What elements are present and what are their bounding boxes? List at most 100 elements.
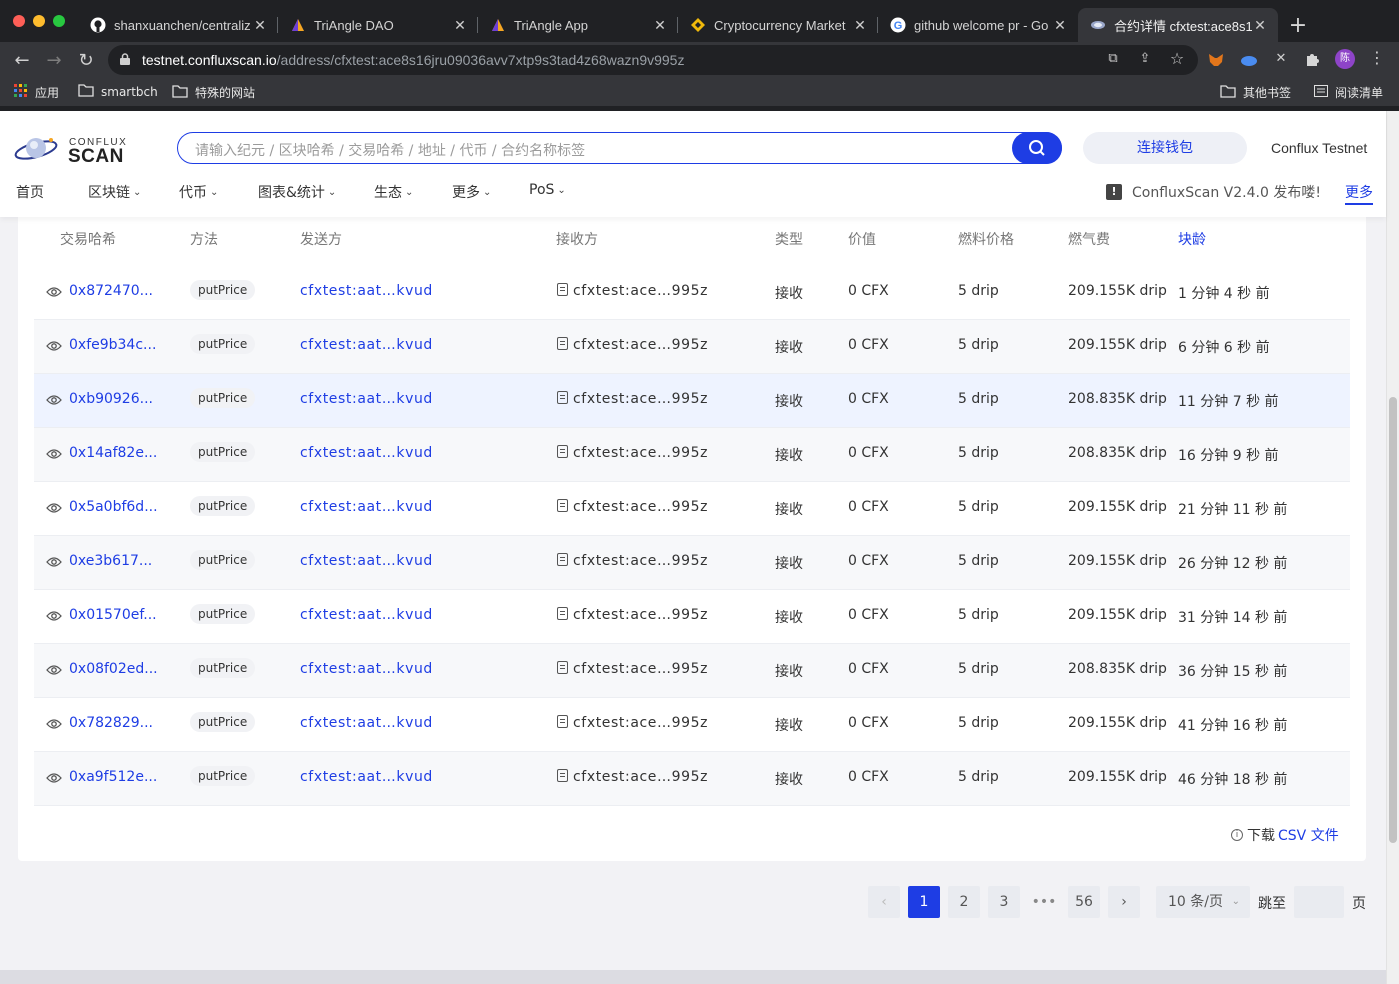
eye-icon[interactable]	[46, 664, 62, 676]
puzzle-icon[interactable]	[1304, 51, 1322, 69]
back-icon[interactable]: ←	[12, 50, 32, 71]
to-address: cfxtest:ace…995z	[557, 607, 708, 623]
address-bar[interactable]: testnet.confluxscan.io/address/cfxtest:a…	[108, 45, 1198, 75]
page-size-select[interactable]: 10 条/页 ⌄	[1156, 886, 1250, 918]
eye-icon[interactable]	[46, 340, 62, 352]
from-address-link[interactable]: cfxtest:aat…kvud	[300, 661, 433, 677]
eye-icon[interactable]	[46, 610, 62, 622]
close-tab-icon[interactable]: ✕	[852, 17, 868, 34]
tx-hash-link[interactable]: 0xb90926...	[69, 391, 153, 407]
tx-hash-link[interactable]: 0x5a0bf6d...	[69, 499, 158, 515]
nav-ecosystem[interactable]: 生态 ⌄	[374, 182, 413, 202]
eye-icon[interactable]	[46, 448, 62, 460]
scrollbar-thumb[interactable]	[1389, 397, 1397, 843]
forward-icon[interactable]: →	[44, 50, 64, 71]
tx-hash-link[interactable]: 0xfe9b34c...	[69, 337, 156, 353]
page-button-3[interactable]: 3	[988, 886, 1020, 918]
tx-age: 26 分钟 12 秒 前	[1178, 556, 1288, 572]
nav-blockchain[interactable]: 区块链 ⌄	[88, 182, 141, 202]
close-tab-icon[interactable]: ✕	[652, 17, 668, 34]
bookmark-folder[interactable]: smartbch	[78, 84, 158, 100]
eye-icon[interactable]	[46, 556, 62, 568]
confluxscan-logo[interactable]: CONFLUX SCAN	[14, 131, 134, 167]
extension-icon[interactable]: ✕	[1272, 51, 1290, 69]
eye-icon[interactable]	[46, 286, 62, 298]
eye-icon[interactable]	[46, 718, 62, 730]
tx-hash-link[interactable]: 0xe3b617...	[69, 553, 152, 569]
tx-age: 46 分钟 18 秒 前	[1178, 772, 1288, 788]
network-label[interactable]: Conflux Testnet	[1271, 140, 1367, 156]
close-tab-icon[interactable]: ✕	[1252, 17, 1268, 34]
eye-icon[interactable]	[46, 394, 62, 406]
column-header-age[interactable]: 块龄	[1178, 229, 1206, 249]
extension-icon[interactable]	[1240, 51, 1258, 69]
connect-wallet-button[interactable]: 连接钱包	[1083, 132, 1247, 164]
close-tab-icon[interactable]: ✕	[1052, 17, 1068, 34]
from-address-link[interactable]: cfxtest:aat…kvud	[300, 337, 433, 353]
jump-page-input[interactable]	[1294, 886, 1344, 918]
gas-fee: 209.155K drip	[1068, 553, 1167, 569]
page-button-1[interactable]: 1	[908, 886, 940, 918]
eye-icon[interactable]	[46, 502, 62, 514]
close-window-button[interactable]	[13, 15, 25, 27]
browser-tab[interactable]: G github welcome pr - Go ✕	[878, 8, 1078, 42]
search-input[interactable]: 请输入纪元 / 区块哈希 / 交易哈希 / 地址 / 代币 / 合约名称标签	[177, 132, 1062, 164]
nav-home[interactable]: 首页	[16, 182, 44, 202]
from-address-link[interactable]: cfxtest:aat…kvud	[300, 715, 433, 731]
to-address: cfxtest:ace…995z	[557, 499, 708, 515]
nav-pos[interactable]: PoS ⌄	[529, 182, 566, 198]
tx-hash-link[interactable]: 0x14af82e...	[69, 445, 157, 461]
scrollbar[interactable]	[1386, 111, 1399, 984]
browser-tab[interactable]: shanxuanchen/centraliz ✕	[78, 8, 278, 42]
menu-kebab-icon[interactable]: ⋮	[1368, 48, 1386, 67]
close-tab-icon[interactable]: ✕	[252, 17, 268, 34]
page-button-last[interactable]: 56	[1068, 886, 1100, 918]
nav-more[interactable]: 更多 ⌄	[452, 182, 491, 202]
from-address-link[interactable]: cfxtest:aat…kvud	[300, 499, 433, 515]
share-icon[interactable]: ⇪	[1136, 51, 1154, 69]
close-tab-icon[interactable]: ✕	[452, 17, 468, 34]
reload-icon[interactable]: ↻	[76, 50, 96, 71]
nav-charts[interactable]: 图表&统计 ⌄	[258, 182, 336, 202]
next-page-button[interactable]: ›	[1108, 886, 1140, 918]
reading-list[interactable]: 阅读清单	[1314, 84, 1383, 101]
avatar[interactable]: 陈	[1335, 49, 1355, 69]
page-button-2[interactable]: 2	[948, 886, 980, 918]
chevron-down-icon: ⌄	[405, 186, 414, 198]
from-address-link[interactable]: cfxtest:aat…kvud	[300, 769, 433, 785]
nav-tokens[interactable]: 代币 ⌄	[179, 182, 218, 202]
download-csv-link[interactable]: CSV 文件	[1278, 825, 1339, 845]
search-button[interactable]	[1012, 132, 1062, 164]
bookmark-star-icon[interactable]: ☆	[1168, 49, 1186, 68]
translate-icon[interactable]: ⧉	[1104, 51, 1122, 69]
announcement-more-link[interactable]: 更多	[1345, 182, 1373, 205]
from-address-link[interactable]: cfxtest:aat…kvud	[300, 391, 433, 407]
browser-tab-active[interactable]: 合约详情 cfxtest:ace8s1 ✕	[1078, 8, 1278, 42]
browser-tab[interactable]: Cryptocurrency Market ✕	[678, 8, 878, 42]
minimize-window-button[interactable]	[33, 15, 45, 27]
column-header-hash: 交易哈希	[60, 232, 116, 248]
bookmark-folder[interactable]: 特殊的网站	[172, 84, 255, 101]
from-address-link[interactable]: cfxtest:aat…kvud	[300, 445, 433, 461]
from-address-link[interactable]: cfxtest:aat…kvud	[300, 283, 433, 299]
gas-price: 5 drip	[958, 661, 999, 677]
tx-hash-link[interactable]: 0x08f02ed...	[69, 661, 158, 677]
maximize-window-button[interactable]	[53, 15, 65, 27]
browser-tab[interactable]: TriAngle DAO ✕	[278, 8, 478, 42]
browser-tab[interactable]: TriAngle App ✕	[478, 8, 678, 42]
bookmark-other[interactable]: 其他书签	[1220, 84, 1291, 101]
new-tab-button[interactable]: +	[1278, 8, 1318, 42]
tx-hash-link[interactable]: 0x01570ef...	[69, 607, 157, 623]
tx-hash-link[interactable]: 0xa9f512e...	[69, 769, 157, 785]
metamask-icon[interactable]	[1207, 51, 1225, 69]
page-ellipsis[interactable]: •••	[1028, 886, 1060, 918]
gas-fee: 208.835K drip	[1068, 391, 1167, 407]
prev-page-button[interactable]: ‹	[868, 886, 900, 918]
eye-icon[interactable]	[46, 772, 62, 784]
bookmark-apps[interactable]: 应用	[14, 84, 59, 101]
from-address-link[interactable]: cfxtest:aat…kvud	[300, 553, 433, 569]
tx-hash-link[interactable]: 0x872470...	[69, 283, 153, 299]
announcement[interactable]: ! ConfluxScan V2.4.0 发布喽!	[1106, 182, 1321, 202]
tx-hash-link[interactable]: 0x782829...	[69, 715, 153, 731]
from-address-link[interactable]: cfxtest:aat…kvud	[300, 607, 433, 623]
